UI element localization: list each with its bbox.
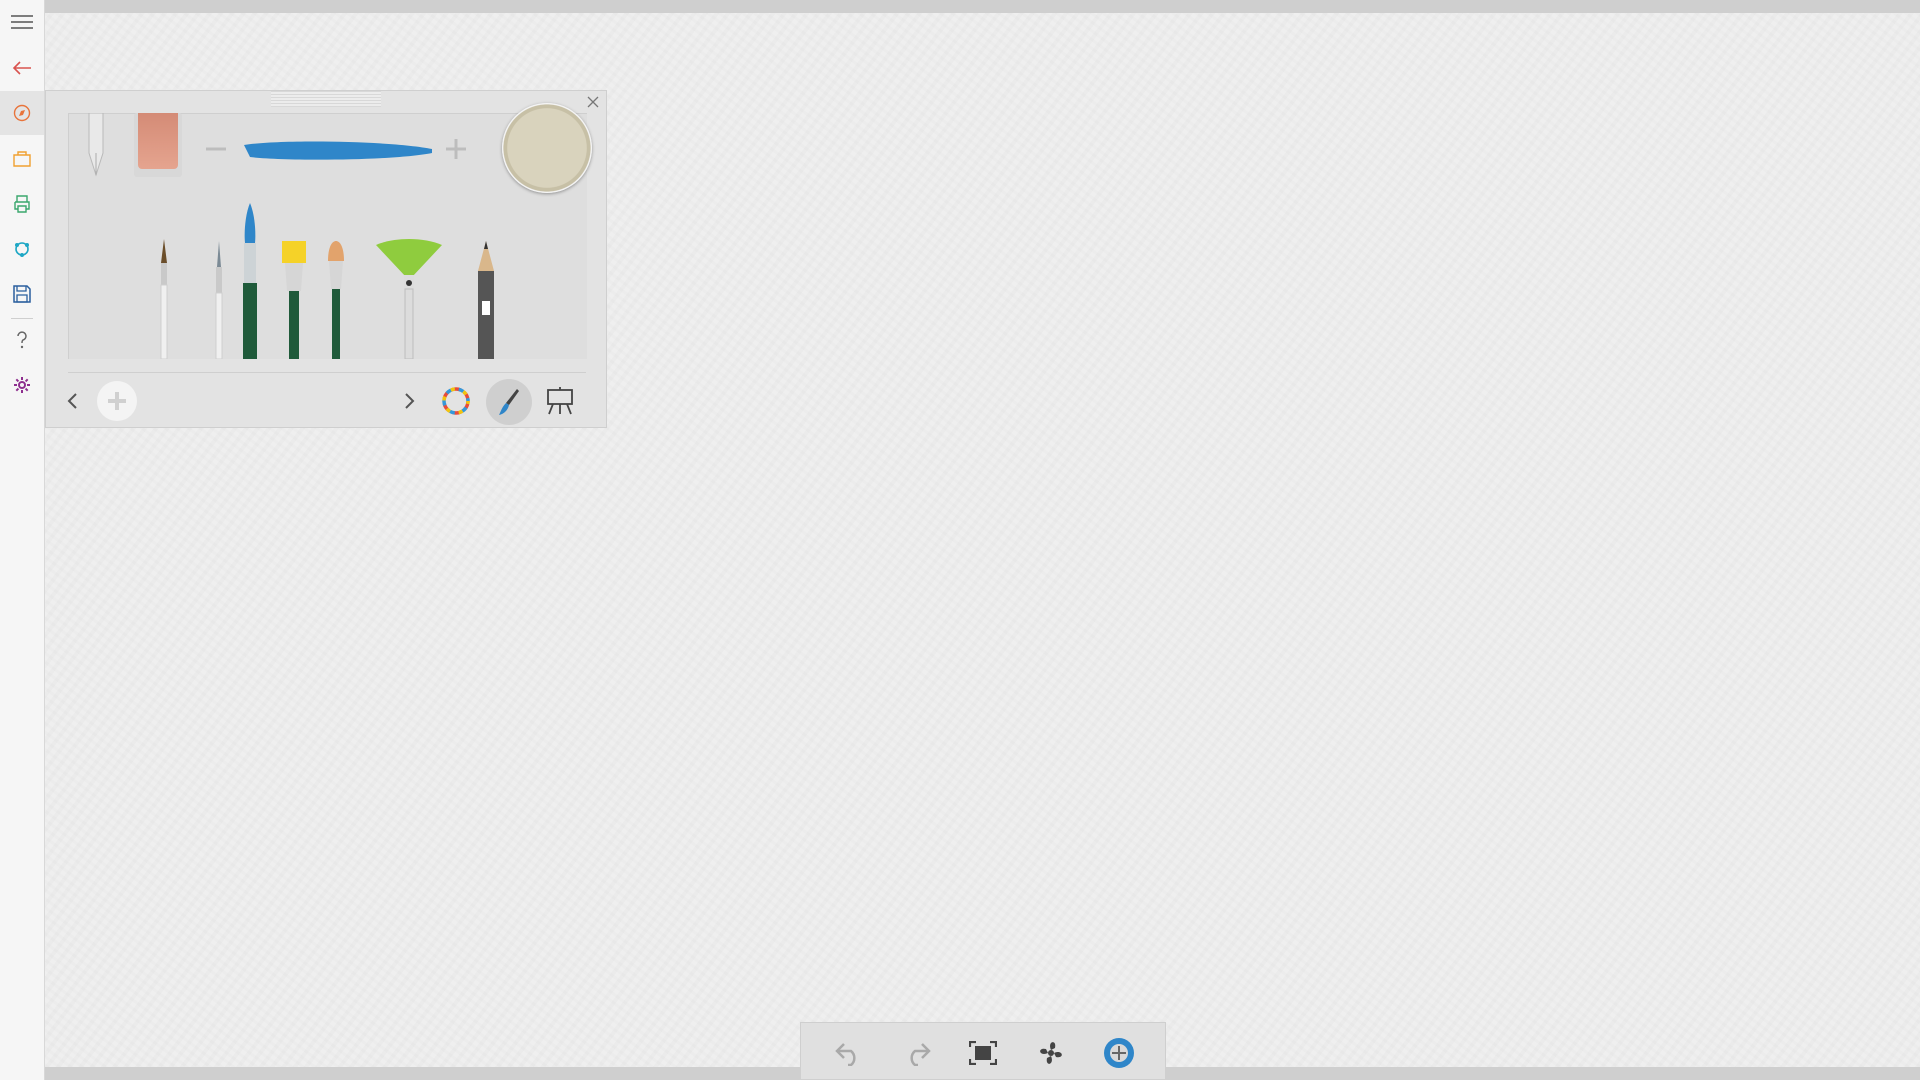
settings-button[interactable]	[0, 363, 44, 407]
minus-icon	[206, 147, 226, 151]
brush-round-fine[interactable]	[154, 239, 174, 359]
previous-set-button[interactable]	[52, 381, 92, 421]
left-sidebar	[0, 0, 45, 1080]
color-swatch[interactable]	[502, 103, 592, 193]
save-icon	[13, 285, 31, 303]
share-icon	[15, 242, 29, 257]
add-brush-button[interactable]	[97, 381, 137, 421]
brush-tools-button[interactable]	[0, 91, 44, 135]
decrease-size-button[interactable]	[204, 137, 228, 161]
compass-icon	[13, 104, 31, 122]
next-set-button[interactable]	[390, 381, 430, 421]
stroke-preview	[244, 141, 432, 160]
pen-nib-tool[interactable]	[81, 113, 111, 177]
brush-flat-yellow[interactable]	[279, 241, 309, 359]
brush-round-blue[interactable]	[239, 203, 261, 359]
navigator-icon	[1104, 1038, 1134, 1068]
panel-divider	[68, 372, 586, 373]
printer-icon	[14, 195, 30, 213]
brush-filbert[interactable]	[324, 241, 348, 359]
chevron-right-icon	[405, 393, 415, 409]
increase-size-button[interactable]	[444, 137, 468, 161]
help-button[interactable]	[0, 318, 44, 362]
color-wheel-tab[interactable]	[436, 381, 476, 421]
panel-drag-handle[interactable]	[271, 91, 381, 107]
color-wheel-icon	[442, 387, 470, 415]
folder-icon	[13, 151, 31, 167]
share-button[interactable]	[0, 227, 44, 271]
brush-pencil[interactable]	[474, 241, 498, 359]
hamburger-menu-icon	[11, 15, 33, 29]
gear-icon	[14, 377, 30, 393]
open-button[interactable]	[0, 137, 44, 181]
easel-tab[interactable]	[540, 381, 580, 421]
close-icon	[587, 96, 599, 108]
chevron-left-icon	[67, 393, 77, 409]
redo-button[interactable]	[895, 1031, 939, 1075]
undo-icon	[835, 1043, 856, 1066]
eraser-icon	[138, 113, 178, 169]
brush-liner[interactable]	[209, 241, 229, 359]
redo-icon	[910, 1043, 931, 1066]
brushes-tab[interactable]	[486, 379, 532, 425]
plus-icon	[446, 139, 466, 159]
menu-button[interactable]	[0, 0, 44, 44]
print-button[interactable]	[0, 182, 44, 226]
easel-icon	[547, 387, 573, 415]
undo-button[interactable]	[827, 1031, 871, 1075]
brush-fan[interactable]	[374, 239, 444, 359]
back-button[interactable]	[0, 46, 44, 90]
canvas-top-edge	[45, 0, 1920, 13]
brush-panel	[45, 90, 607, 428]
back-arrow-icon	[12, 61, 31, 75]
bottom-toolbar	[800, 1022, 1166, 1080]
help-icon	[17, 331, 27, 349]
navigator-button[interactable]	[1097, 1031, 1141, 1075]
eraser-tool[interactable]	[134, 113, 182, 177]
close-panel-button[interactable]	[584, 93, 602, 111]
save-button[interactable]	[0, 272, 44, 316]
fit-to-screen-button[interactable]	[961, 1031, 1005, 1075]
brush-icon	[499, 389, 519, 415]
fit-screen-icon	[969, 1041, 997, 1065]
fan-dry-button[interactable]	[1029, 1031, 1073, 1075]
plus-icon	[108, 392, 126, 410]
fan-icon	[1040, 1042, 1062, 1064]
